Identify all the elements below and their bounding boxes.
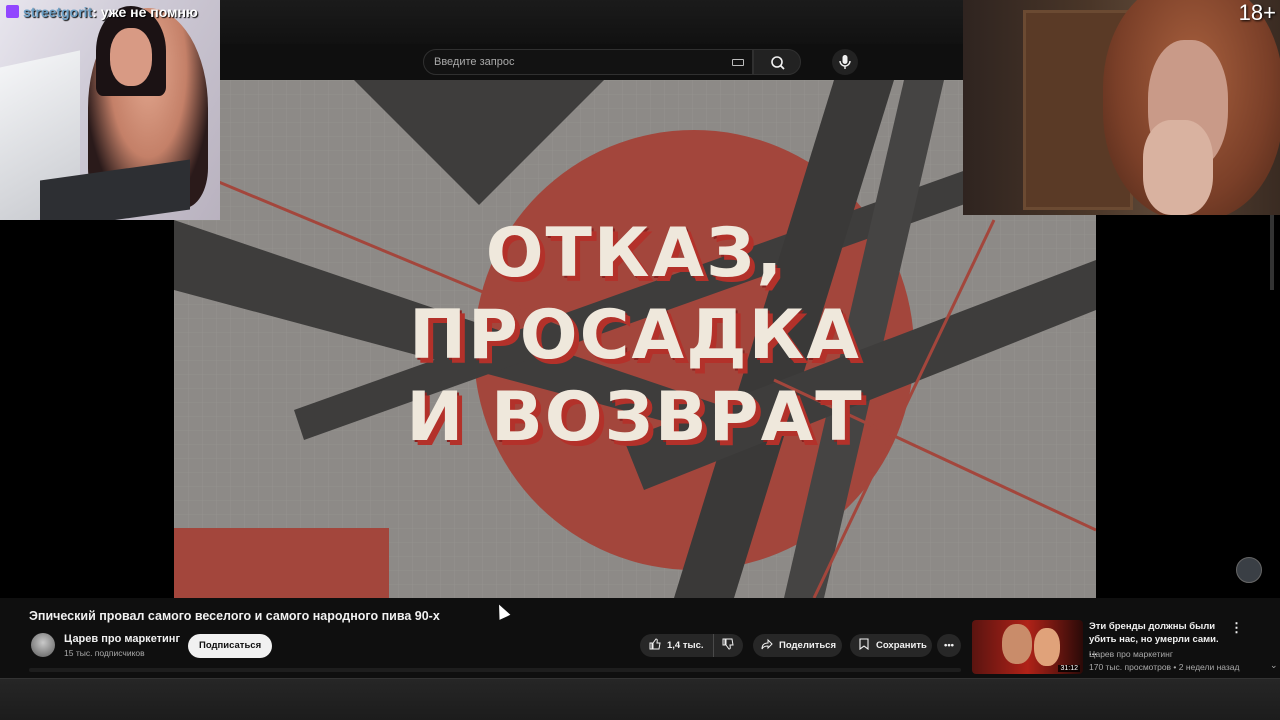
webcam-overlay-left: streetgorit: уже не помню bbox=[0, 0, 220, 220]
chat-message: streetgorit: уже не помню bbox=[6, 4, 198, 20]
description-scroll-bar bbox=[29, 668, 961, 672]
channel-name[interactable]: Царев про маркетинг bbox=[64, 633, 180, 645]
youtube-masthead: Введите запрос bbox=[220, 0, 963, 80]
recommended-duration: 31:12 bbox=[1058, 665, 1080, 672]
age-rating-badge: 18+ bbox=[1238, 0, 1276, 25]
recommended-channel[interactable]: Царев про маркетинг bbox=[1089, 649, 1173, 659]
chat-username: streetgorit bbox=[23, 4, 93, 20]
thumbnail-person-shape bbox=[1002, 624, 1032, 664]
search-button[interactable] bbox=[753, 49, 801, 75]
hand-shape bbox=[1143, 120, 1213, 215]
browser-top-bar bbox=[220, 0, 963, 44]
twitch-icon bbox=[6, 5, 19, 18]
save-button[interactable]: Сохранить bbox=[850, 634, 932, 657]
dislike-button[interactable] bbox=[713, 634, 743, 657]
like-count: 1,4 тыс. bbox=[667, 640, 704, 651]
share-label: Поделиться bbox=[779, 640, 837, 651]
like-dislike-group: 1,4 тыс. bbox=[640, 634, 743, 657]
face-shape bbox=[110, 28, 152, 86]
search-input[interactable]: Введите запрос bbox=[423, 49, 753, 75]
thumbs-down-icon bbox=[722, 638, 734, 650]
keyboard-icon[interactable] bbox=[732, 59, 744, 66]
recommended-menu-button[interactable]: ⋮ bbox=[1230, 620, 1243, 636]
channel-watermark-avatar[interactable] bbox=[1236, 557, 1262, 583]
channel-avatar[interactable] bbox=[31, 633, 55, 657]
chat-text: : уже не помню bbox=[92, 4, 198, 20]
video-title: Эпический провал самого веселого и самог… bbox=[29, 609, 440, 623]
share-icon bbox=[761, 638, 773, 650]
voice-search-button[interactable] bbox=[832, 49, 858, 75]
share-button[interactable]: Поделиться bbox=[753, 634, 842, 657]
search-icon bbox=[771, 56, 785, 70]
like-button[interactable]: 1,4 тыс. bbox=[640, 634, 712, 657]
overlay-line-3: И ВОЗВРАТ bbox=[406, 378, 864, 457]
subscribe-button[interactable]: Подписаться bbox=[188, 634, 273, 658]
bottom-taskbar-strip bbox=[0, 678, 1280, 720]
overlay-line-1: ОТКАЗ, bbox=[485, 214, 785, 293]
mic-icon bbox=[839, 55, 851, 69]
video-frame: ОТКАЗ, ПРОСАДКА И ВОЗВРАТ bbox=[174, 80, 1096, 598]
thumbnail-person-shape bbox=[1034, 628, 1060, 666]
screen: Введите запрос ОТКАЗ, ПРОСАДКА И ВОЗВРАТ… bbox=[0, 0, 1280, 720]
overlay-line-2: ПРОСАДКА bbox=[409, 296, 861, 375]
more-actions-button[interactable]: ••• bbox=[937, 634, 961, 657]
thumbs-up-icon bbox=[649, 638, 661, 650]
recommended-meta: 170 тыс. просмотров • 2 недели назад bbox=[1089, 662, 1240, 672]
video-info-bar: Эпический провал самого веселого и самог… bbox=[0, 598, 1280, 678]
subscriber-count: 15 тыс. подписчиков bbox=[64, 648, 145, 658]
search-placeholder: Введите запрос bbox=[434, 56, 515, 68]
webcam-overlay-right bbox=[963, 0, 1280, 215]
video-title-overlay: ОТКАЗ, ПРОСАДКА И ВОЗВРАТ bbox=[174, 213, 1096, 459]
save-label: Сохранить bbox=[876, 640, 927, 651]
chevron-down-icon[interactable]: ⌄ bbox=[1270, 660, 1278, 671]
save-icon bbox=[859, 638, 869, 650]
recommended-video-thumbnail[interactable]: 31:12 bbox=[972, 620, 1083, 674]
